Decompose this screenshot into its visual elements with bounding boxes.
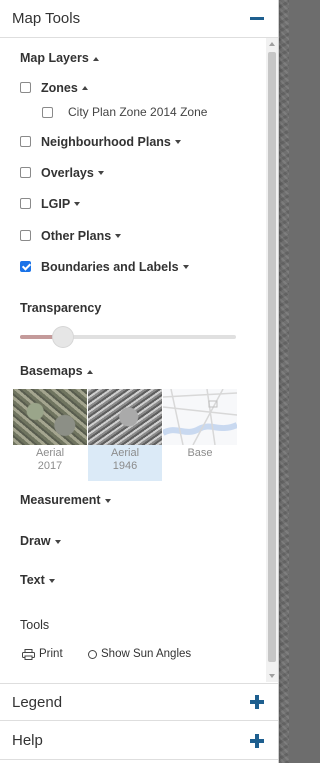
map-layers-heading[interactable]: Map Layers <box>20 51 99 65</box>
plus-icon[interactable] <box>250 695 264 709</box>
aerial-1946-thumbnail <box>88 389 162 445</box>
caret-up-icon <box>92 56 99 61</box>
layer-zones[interactable]: Zones <box>20 80 88 96</box>
basemaps-heading[interactable]: Basemaps <box>20 364 93 378</box>
map-layers-label: Map Layers <box>20 51 89 65</box>
base-map-lines <box>163 389 237 445</box>
basemap-caption: Aerial 2017 <box>13 447 87 473</box>
show-sun-angles-button[interactable]: Show Sun Angles <box>88 648 191 660</box>
basemap-caption-line2: 1946 <box>112 460 138 472</box>
basemap-base[interactable]: Base <box>163 389 237 481</box>
base-map-thumbnail <box>163 389 237 445</box>
basemap-caption: Aerial 1946 <box>88 447 162 473</box>
legend-header[interactable]: Legend <box>0 683 278 721</box>
basemap-aerial-1946[interactable]: Aerial 1946 <box>88 389 162 481</box>
boundaries-labels-checkbox[interactable] <box>20 261 31 272</box>
aerial-2017-thumbnail <box>13 389 87 445</box>
transparency-slider-thumb[interactable] <box>53 327 74 347</box>
zones-checkbox[interactable] <box>20 82 31 93</box>
overlays-label: Overlays <box>41 166 94 180</box>
other-plans-checkbox[interactable] <box>20 230 31 241</box>
basemaps-label: Basemaps <box>20 364 83 378</box>
caret-down-icon <box>174 140 181 144</box>
plus-icon[interactable] <box>250 733 264 748</box>
other-plans-label: Other Plans <box>41 229 112 243</box>
lgip-checkbox[interactable] <box>20 198 31 209</box>
help-title: Help <box>12 732 43 749</box>
caret-down-icon <box>97 171 104 175</box>
help-header[interactable]: Help <box>0 722 278 760</box>
print-label: Print <box>39 648 63 660</box>
city-plan-zone-label: City Plan Zone 2014 Zone <box>68 105 208 119</box>
zones-label: Zones <box>41 81 78 95</box>
layer-boundaries-labels[interactable]: Boundaries and Labels <box>20 259 189 275</box>
layer-overlays[interactable]: Overlays <box>20 165 104 181</box>
tools-heading: Tools <box>20 618 50 632</box>
text-label: Text <box>20 573 45 587</box>
overlays-checkbox[interactable] <box>20 167 31 178</box>
layer-neighbourhood-plans[interactable]: Neighbourhood Plans <box>20 134 181 150</box>
basemap-caption-line1: Aerial <box>110 447 140 459</box>
show-sun-angles-label: Show Sun Angles <box>101 648 192 660</box>
scroll-down-icon[interactable] <box>269 674 275 678</box>
caret-down-icon <box>54 539 61 544</box>
neighbourhood-plans-label: Neighbourhood Plans <box>41 135 171 149</box>
basemap-caption-line1: Aerial <box>35 447 65 459</box>
panel-scrollbar[interactable] <box>266 38 278 682</box>
layer-other-plans[interactable]: Other Plans <box>20 228 122 244</box>
transparency-label: Transparency <box>20 301 102 315</box>
basemap-caption-line2: 2017 <box>37 460 63 472</box>
caret-down-icon <box>182 265 189 269</box>
draw-label: Draw <box>20 534 51 548</box>
measurement-label: Measurement <box>20 493 101 507</box>
scroll-thumb[interactable] <box>268 52 276 662</box>
basemap-caption-line1: Base <box>187 447 213 459</box>
basemap-aerial-2017[interactable]: Aerial 2017 <box>13 389 87 481</box>
caret-down-icon <box>48 578 55 583</box>
minus-icon[interactable] <box>250 17 264 20</box>
caret-down-icon <box>104 498 111 503</box>
map-tools-panel: Map Tools Map Layers Zones City Plan Zon… <box>0 0 279 763</box>
lgip-label: LGIP <box>41 197 71 211</box>
scroll-up-icon[interactable] <box>269 42 275 46</box>
measurement-toggle[interactable]: Measurement <box>20 493 111 507</box>
transparency-slider[interactable] <box>20 327 236 347</box>
text-toggle[interactable]: Text <box>20 573 55 587</box>
sun-circle-icon <box>88 649 97 659</box>
print-button[interactable]: Print <box>22 648 63 660</box>
neighbourhood-plans-checkbox[interactable] <box>20 136 31 147</box>
draw-toggle[interactable]: Draw <box>20 534 61 548</box>
caret-up-icon <box>86 369 93 374</box>
caret-down-icon <box>74 202 81 206</box>
map-tools-content: Map Layers Zones City Plan Zone 2014 Zon… <box>0 38 278 682</box>
layer-city-plan-zone[interactable]: City Plan Zone 2014 Zone <box>42 104 207 120</box>
map-tools-header[interactable]: Map Tools <box>0 0 278 38</box>
caret-up-icon <box>81 86 88 90</box>
legend-title: Legend <box>12 693 63 711</box>
print-icon <box>22 648 35 660</box>
basemap-caption: Base <box>163 447 237 460</box>
city-plan-zone-checkbox[interactable] <box>42 107 53 118</box>
caret-down-icon <box>115 234 122 238</box>
boundaries-labels-label: Boundaries and Labels <box>41 260 179 274</box>
layer-lgip[interactable]: LGIP <box>20 196 81 212</box>
map-tools-title: Map Tools <box>12 10 81 27</box>
